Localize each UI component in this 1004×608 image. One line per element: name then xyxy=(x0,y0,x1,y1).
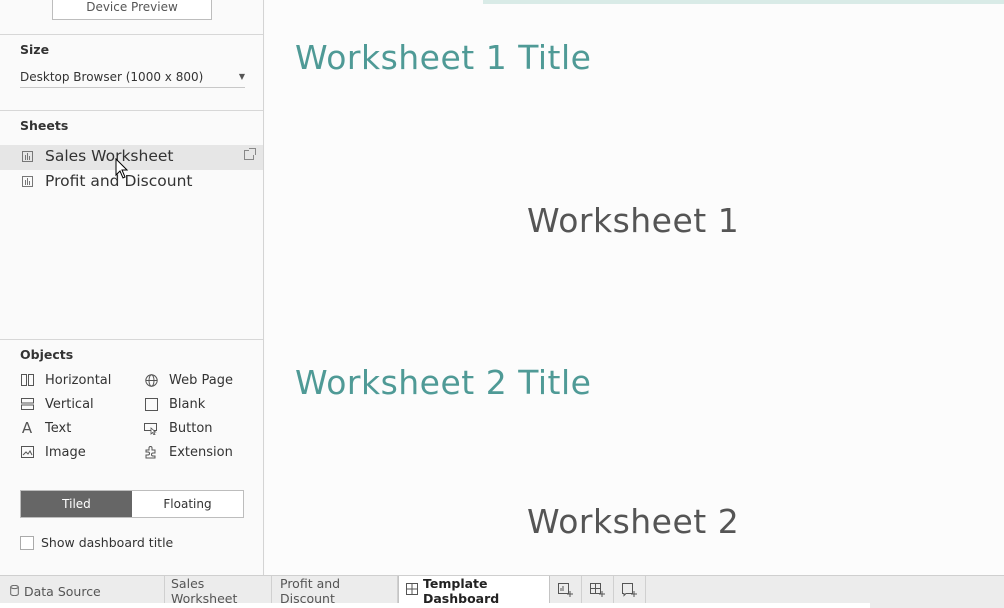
worksheet-icon xyxy=(22,176,33,187)
checkbox-icon[interactable] xyxy=(20,535,34,550)
worksheet-2-title[interactable]: Worksheet 2 Title xyxy=(295,363,591,402)
object-vertical[interactable]: Vertical xyxy=(20,395,94,413)
sheets-section-title: Sheets xyxy=(20,118,69,133)
scrollbar-track xyxy=(0,603,870,608)
button-icon xyxy=(144,421,158,435)
tab-label: Template Dashboard xyxy=(423,575,500,606)
divider xyxy=(0,339,263,340)
object-web-page[interactable]: Web Page xyxy=(144,371,233,389)
canvas-top-strip xyxy=(483,0,1004,4)
new-story-button[interactable] xyxy=(614,576,646,606)
tab-template-dashboard[interactable]: Template Dashboard xyxy=(398,575,550,606)
size-dropdown-value: Desktop Browser (1000 x 800) xyxy=(20,69,204,84)
database-icon xyxy=(10,584,19,599)
open-sheet-icon[interactable] xyxy=(244,148,256,160)
new-dashboard-icon xyxy=(589,582,606,601)
object-label: Web Page xyxy=(169,372,233,388)
object-image[interactable]: Image xyxy=(20,443,86,461)
object-horizontal[interactable]: Horizontal xyxy=(20,371,111,389)
new-worksheet-icon xyxy=(557,582,574,601)
blank-icon xyxy=(144,397,158,411)
tab-label: Profit and Discount xyxy=(280,576,341,606)
tab-profit-and-discount[interactable]: Profit and Discount xyxy=(272,576,398,606)
dashboard-side-panel: Device Preview Size Desktop Browser (100… xyxy=(0,0,264,575)
worksheet-1-placeholder[interactable]: Worksheet 1 xyxy=(527,201,739,240)
floating-button[interactable]: Floating xyxy=(132,491,243,517)
object-label: Extension xyxy=(169,444,233,460)
object-blank[interactable]: Blank xyxy=(144,395,205,413)
new-dashboard-button[interactable] xyxy=(582,576,614,606)
tiled-button[interactable]: Tiled xyxy=(21,491,132,517)
size-section-title: Size xyxy=(20,42,50,57)
sheet-item-profit-and-discount[interactable]: Profit and Discount xyxy=(0,170,263,195)
object-text[interactable]: A Text xyxy=(20,419,71,437)
size-dropdown[interactable]: Desktop Browser (1000 x 800) ▼ xyxy=(20,66,245,88)
object-label: Blank xyxy=(169,396,206,412)
horizontal-icon xyxy=(20,373,34,387)
worksheet-2-placeholder[interactable]: Worksheet 2 xyxy=(527,502,739,541)
sheet-item-sales-worksheet[interactable]: Sales Worksheet xyxy=(0,145,263,170)
tab-data-source[interactable]: Data Source xyxy=(0,576,165,606)
device-preview-button[interactable]: Device Preview xyxy=(52,0,212,20)
tab-label: Data Source xyxy=(24,583,101,599)
divider xyxy=(0,110,263,111)
divider xyxy=(0,34,263,35)
object-label: Vertical xyxy=(45,396,94,412)
worksheet-icon xyxy=(22,151,33,162)
new-story-icon xyxy=(621,582,638,601)
puzzle-icon xyxy=(144,445,158,459)
worksheet-1-title[interactable]: Worksheet 1 Title xyxy=(295,38,591,77)
layout-mode-toggle: Tiled Floating xyxy=(20,490,244,518)
vertical-icon xyxy=(20,397,34,411)
object-extension[interactable]: Extension xyxy=(144,443,233,461)
sheet-item-label: Sales Worksheet xyxy=(45,147,174,165)
object-label: Image xyxy=(45,444,86,460)
objects-section-title: Objects xyxy=(20,347,74,362)
object-label: Horizontal xyxy=(45,372,112,388)
show-dashboard-title-label: Show dashboard title xyxy=(41,535,174,550)
globe-icon xyxy=(144,373,158,387)
object-label: Button xyxy=(169,420,213,436)
show-dashboard-title-checkbox[interactable]: Show dashboard title xyxy=(20,535,173,550)
object-button[interactable]: Button xyxy=(144,419,213,437)
dashboard-canvas[interactable] xyxy=(265,0,1004,575)
text-icon: A xyxy=(21,419,33,437)
dashboard-icon xyxy=(406,583,418,598)
chevron-down-icon: ▼ xyxy=(238,72,245,81)
tab-sales-worksheet[interactable]: Sales Worksheet xyxy=(165,576,272,606)
image-icon xyxy=(20,445,34,459)
new-worksheet-button[interactable] xyxy=(550,576,582,606)
tab-label: Sales Worksheet xyxy=(171,576,238,606)
object-label: Text xyxy=(45,420,72,436)
